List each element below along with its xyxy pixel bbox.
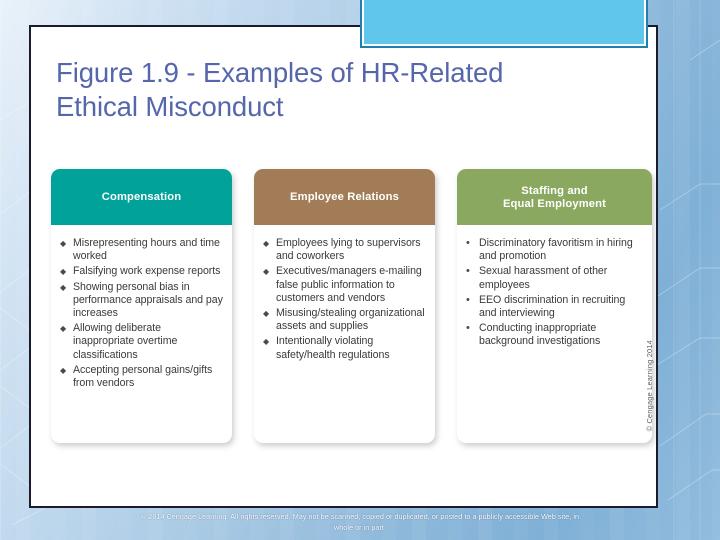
- list-item: ◆ Showing personal bias in performance ap…: [60, 281, 223, 321]
- footer-copyright-line1: © 2014 Cengage Learning. All rights rese…: [140, 512, 580, 521]
- list-item: ◆ Executives/managers e-mailing false pub…: [263, 265, 426, 305]
- footer-copyright-line2: whole or in part.: [334, 522, 386, 532]
- diamond-bullet-icon: ◆: [263, 337, 270, 347]
- list-item-text: Intentionally violating safety/health re…: [276, 335, 390, 361]
- list-item-text: Falsifying work expense reports: [73, 265, 221, 278]
- round-bullet-icon: •: [466, 265, 470, 278]
- bullet-list-employee-relations: ◆ Employees lying to supervisors and cowo…: [263, 237, 426, 362]
- diamond-bullet-icon: ◆: [60, 324, 67, 334]
- slide: Figure 1.9 - Examples of HR-Related Ethi…: [0, 0, 720, 540]
- side-copyright-credit: © Cengage Learning 2014: [645, 340, 654, 432]
- list-item: ◆ Falsifying work expense reports: [60, 265, 223, 278]
- column-header-employee-relations: Employee Relations: [254, 169, 435, 225]
- list-item: • Discriminatory favoritism in hiring and…: [466, 237, 643, 263]
- list-item: • Conducting inappropriate background inv…: [466, 322, 643, 348]
- list-item: ◆ Employees lying to supervisors and cowo…: [263, 237, 426, 263]
- round-bullet-icon: •: [466, 293, 470, 306]
- list-item: ◆ Accepting personal gains/gifts from ven…: [60, 364, 223, 390]
- bullet-list-staffing-equal-employment: • Discriminatory favoritism in hiring and…: [466, 237, 643, 349]
- diamond-bullet-icon: ◆: [263, 239, 270, 248]
- diamond-bullet-icon: ◆: [60, 239, 67, 248]
- list-item-text: Showing personal bias in performance app…: [73, 280, 223, 320]
- diamond-bullet-icon: ◆: [60, 267, 67, 277]
- figure-column-compensation: Compensation ◆ Misrepresenting hours and …: [51, 169, 232, 443]
- list-item-text: Sexual harassment of other employees: [479, 265, 608, 291]
- column-header-compensation: Compensation: [51, 169, 232, 225]
- list-item: ◆ Intentionally violating safety/health r…: [263, 335, 426, 361]
- list-item-text: Conducting inappropriate background inve…: [479, 322, 601, 348]
- list-item-text: Discriminatory favoritism in hiring and …: [479, 237, 633, 263]
- list-item-text: Misusing/stealing organizational assets …: [276, 307, 425, 333]
- footer-copyright: © 2014 Cengage Learning. All rights rese…: [0, 512, 720, 533]
- list-item-text: Misrepresenting hours and time worked: [73, 237, 220, 263]
- column-body-staffing-equal-employment: • Discriminatory favoritism in hiring and…: [457, 225, 652, 359]
- list-item-text: EEO discrimination in recruiting and int…: [479, 293, 626, 320]
- diamond-bullet-icon: ◆: [263, 267, 270, 277]
- page-title: Figure 1.9 - Examples of HR-Related Ethi…: [56, 57, 504, 122]
- list-item: • Sexual harassment of other employees: [466, 265, 643, 291]
- diamond-bullet-icon: ◆: [60, 282, 67, 292]
- round-bullet-icon: •: [466, 237, 470, 249]
- list-item: • EEO discrimination in recruiting and in…: [466, 294, 643, 320]
- column-body-compensation: ◆ Misrepresenting hours and time worked ◆…: [51, 225, 232, 400]
- round-bullet-icon: •: [466, 322, 470, 335]
- list-item-text: Allowing deliberate inappropriate overti…: [73, 322, 178, 361]
- accent-rectangle: [360, 0, 648, 48]
- list-item-text: Executives/managers e-mailing false publ…: [276, 265, 422, 304]
- diamond-bullet-icon: ◆: [263, 309, 270, 319]
- list-item: ◆ Allowing deliberate inappropriate overt…: [60, 322, 223, 362]
- list-item-text: Accepting personal gains/gifts from vend…: [73, 363, 213, 390]
- column-body-employee-relations: ◆ Employees lying to supervisors and cowo…: [254, 225, 435, 372]
- list-item: ◆ Misrepresenting hours and time worked: [60, 237, 223, 263]
- figure-column-employee-relations: Employee Relations ◆ Employees lying to s…: [254, 169, 435, 443]
- list-item: ◆ Misusing/stealing organizational assets…: [263, 307, 426, 333]
- figure-column-staffing-equal-employment: Staffing and Equal Employment • Discrimin…: [457, 169, 652, 443]
- bullet-list-compensation: ◆ Misrepresenting hours and time worked ◆…: [60, 237, 223, 390]
- diamond-bullet-icon: ◆: [60, 365, 67, 375]
- figure-three-column-table: Compensation ◆ Misrepresenting hours and …: [51, 169, 659, 447]
- list-item-text: Employees lying to supervisors and cowor…: [276, 237, 421, 263]
- column-header-staffing-equal-employment: Staffing and Equal Employment: [457, 169, 652, 225]
